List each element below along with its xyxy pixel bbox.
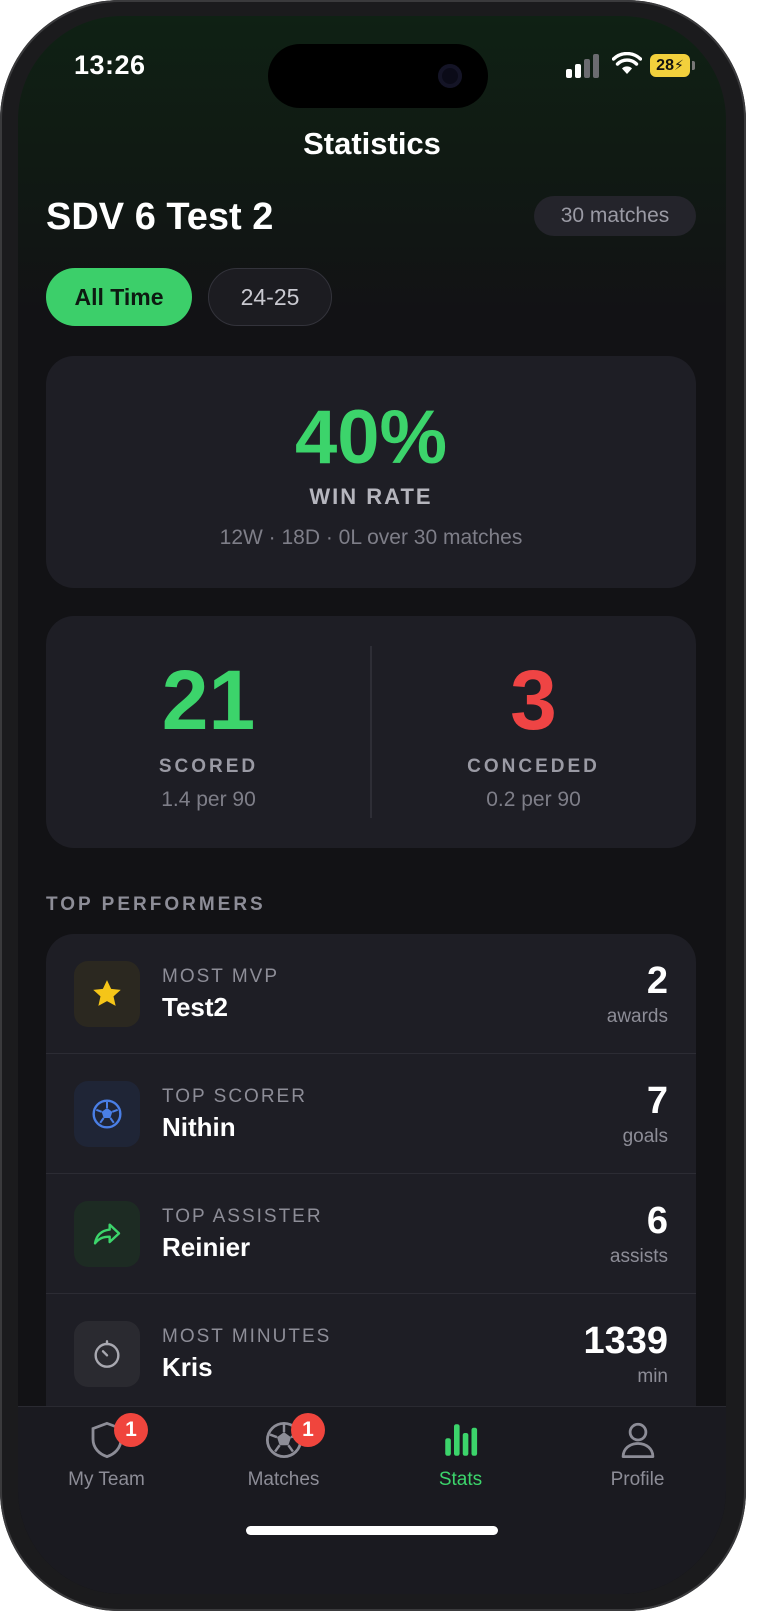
performer-unit: goals: [622, 1126, 668, 1147]
win-rate-value: 40%: [294, 395, 448, 480]
performer-category: TOP ASSISTER: [162, 1206, 323, 1227]
performer-category: MOST MINUTES: [162, 1326, 332, 1347]
camera-icon: [438, 64, 462, 88]
performer-unit: awards: [606, 1006, 668, 1027]
star-icon: [74, 961, 140, 1027]
performer-value: 7: [646, 1080, 668, 1122]
tab-stats[interactable]: Stats: [372, 1407, 549, 1517]
tab-label: Profile: [610, 1469, 665, 1490]
conceded-label: CONCEDED: [467, 756, 600, 777]
performer-row-most-minutes[interactable]: MOST MINUTES Kris 1339 min: [46, 1294, 696, 1414]
tab-label: Stats: [438, 1469, 483, 1490]
soccer-ball-icon: [74, 1081, 140, 1147]
matches-count-badge: 30 matches: [534, 196, 696, 236]
performer-unit: assists: [609, 1246, 668, 1267]
conceded-rate: 0.2 per 90: [486, 788, 581, 811]
performer-name: Reinier: [162, 1232, 251, 1262]
win-rate-detail: 12W · 18D · 0L over 30 matches: [219, 526, 523, 549]
phone-frame: 13:26 28 ⚡ Statistics SDV 6 Test 2 30 mat…: [0, 0, 746, 1611]
scored-value: 21: [161, 653, 256, 747]
tab-label: Matches: [247, 1469, 320, 1490]
notification-badge: 1: [114, 1413, 148, 1447]
performer-value: 1339: [583, 1320, 668, 1362]
performer-category: MOST MVP: [162, 966, 279, 987]
goals-card: 21 SCORED 1.4 per 90 3 CONCEDED 0.2 per …: [46, 616, 696, 848]
section-heading-top-performers: TOP PERFORMERS: [46, 894, 266, 915]
battery-icon: 28 ⚡: [650, 54, 695, 77]
share-arrow-icon: [74, 1201, 140, 1267]
charging-bolt-icon: ⚡: [673, 57, 684, 73]
cellular-signal-icon: [566, 54, 602, 78]
performer-row-mvp[interactable]: MOST MVP Test2 2 awards: [46, 934, 696, 1054]
dynamic-island: [268, 44, 488, 108]
timer-icon: [74, 1321, 140, 1387]
tab-bar: 1 My Team 1 Matches Stats Profile: [18, 1406, 726, 1594]
performer-row-top-assister[interactable]: TOP ASSISTER Reinier 6 assists: [46, 1174, 696, 1294]
person-icon: [621, 1422, 655, 1459]
scored-column: 21 SCORED 1.4 per 90: [46, 616, 371, 848]
performer-category: TOP SCORER: [162, 1086, 307, 1107]
wifi-icon: [612, 52, 642, 74]
tab-matches[interactable]: 1 Matches: [195, 1407, 372, 1517]
notification-badge: 1: [291, 1413, 325, 1447]
performer-row-top-scorer[interactable]: TOP SCORER Nithin 7 goals: [46, 1054, 696, 1174]
performer-unit: min: [637, 1366, 668, 1387]
status-time: 13:26: [74, 50, 146, 80]
win-rate-label: WIN RATE: [309, 484, 433, 509]
performer-name: Nithin: [162, 1112, 236, 1142]
tab-label: My Team: [68, 1469, 145, 1490]
tab-profile[interactable]: Profile: [549, 1407, 726, 1517]
team-name: SDV 6 Test 2: [46, 196, 274, 238]
battery-level: 28: [656, 56, 674, 74]
performer-name: Test2: [162, 992, 228, 1022]
filter-chip-season[interactable]: 24-25: [208, 268, 332, 326]
home-indicator[interactable]: [246, 1526, 498, 1535]
scored-rate: 1.4 per 90: [161, 788, 256, 811]
app-screen: 13:26 28 ⚡ Statistics SDV 6 Test 2 30 mat…: [18, 16, 726, 1594]
top-performers-list: MOST MVP Test2 2 awards TOP SCORER Nithi…: [46, 934, 696, 1454]
conceded-value: 3: [510, 653, 557, 747]
filter-chip-all-time[interactable]: All Time: [46, 268, 192, 326]
bar-chart-icon: [445, 1424, 478, 1456]
conceded-column: 3 CONCEDED 0.2 per 90: [371, 616, 696, 848]
tab-my-team[interactable]: 1 My Team: [18, 1407, 195, 1517]
scored-label: SCORED: [158, 756, 259, 777]
performer-name: Kris: [162, 1352, 213, 1382]
performer-value: 6: [646, 1200, 668, 1242]
performer-value: 2: [646, 960, 668, 1002]
page-title: Statistics: [303, 126, 441, 161]
win-rate-card: 40% WIN RATE 12W · 18D · 0L over 30 matc…: [46, 356, 696, 588]
